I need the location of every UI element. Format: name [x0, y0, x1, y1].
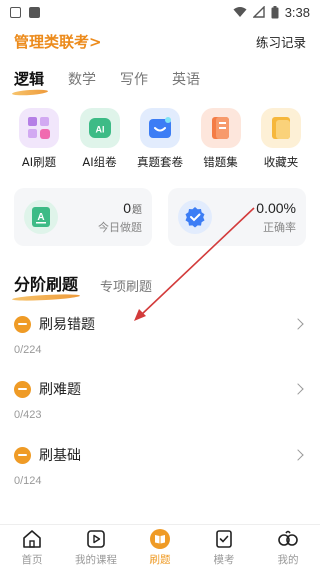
tab-subject-english[interactable]: 英语 — [172, 69, 200, 89]
tab-mock-exam[interactable]: 模考 — [192, 526, 256, 568]
feature-past-exam[interactable]: 真题套卷 — [131, 108, 189, 170]
exam-selector[interactable]: 管理类联考> — [14, 31, 102, 52]
today-count-unit: 题 — [132, 204, 142, 216]
feature-ai-paper[interactable]: AI AI组卷 — [71, 108, 129, 170]
chevron-right-icon — [292, 449, 304, 461]
accuracy-badge-icon — [178, 200, 212, 234]
profile-icon — [277, 528, 299, 550]
tab-label: 模考 — [213, 554, 235, 566]
level-progress: 0/224 — [14, 344, 42, 356]
feature-wrong-book[interactable]: 错题集 — [192, 108, 250, 170]
feature-label: AI刷题 — [21, 155, 57, 169]
app-notification-icon — [29, 6, 40, 18]
signal-icon — [252, 6, 265, 18]
today-questions-card[interactable]: A 0题 今日做题 — [14, 188, 152, 246]
tab-subject-math[interactable]: 数学 — [68, 69, 96, 89]
tabbar-divider — [0, 524, 320, 525]
bottom-tab-bar: 首页 我的课程 刷题 模考 我的 — [0, 526, 320, 568]
tab-profile[interactable]: 我的 — [256, 526, 320, 568]
tab-label: 我的 — [277, 554, 299, 566]
tab-my-courses[interactable]: 我的课程 — [64, 526, 128, 568]
today-count-value: 0 — [123, 199, 131, 216]
accuracy-value: 0.00% — [256, 199, 296, 216]
gallery-notification-icon — [10, 6, 21, 18]
ai-paper-icon: AI — [79, 108, 120, 148]
tab-label: 我的课程 — [75, 554, 117, 566]
level-name: 刷易错题 — [39, 317, 95, 333]
practice-record-link[interactable]: 练习记录 — [256, 32, 306, 51]
chevron-right-icon — [292, 318, 304, 330]
wifi-icon — [233, 7, 247, 17]
feature-label: 真题套卷 — [137, 155, 183, 169]
status-time: 3:38 — [284, 4, 310, 20]
collapse-icon[interactable] — [14, 315, 31, 333]
chevron-right-icon — [292, 383, 304, 395]
collapse-icon[interactable] — [14, 446, 31, 464]
top-bar: 管理类联考> 练习记录 — [14, 30, 306, 52]
collapse-icon[interactable] — [14, 380, 31, 398]
feature-label: 错题集 — [203, 155, 238, 169]
feature-label: 收藏夹 — [263, 155, 299, 169]
feature-ai-quiz[interactable]: AI刷题 — [10, 108, 68, 170]
tab-home[interactable]: 首页 — [0, 526, 64, 568]
feature-favorites[interactable]: 收藏夹 — [252, 108, 310, 170]
home-icon — [21, 528, 43, 550]
accuracy-label: 正确率 — [263, 220, 296, 234]
accuracy-card[interactable]: 0.00% 正确率 — [168, 188, 306, 246]
svg-text:AI: AI — [95, 125, 104, 135]
status-bar: 3:38 — [0, 0, 320, 24]
level-progress: 0/423 — [14, 409, 42, 421]
mock-exam-icon — [213, 528, 235, 550]
tab-quiz[interactable]: 刷题 — [128, 526, 192, 568]
practice-mode-tabs: 分阶刷题 专项刷题 — [14, 271, 152, 295]
level-item-basic[interactable]: 刷基础 0/124 — [14, 444, 306, 487]
battery-icon — [271, 5, 279, 18]
wrong-book-icon — [200, 108, 241, 148]
course-play-icon — [85, 528, 107, 550]
tab-topic-practice[interactable]: 专项刷题 — [100, 276, 152, 295]
today-count-label: 今日做题 — [98, 220, 142, 234]
tab-subject-writing[interactable]: 写作 — [120, 69, 148, 89]
feature-grid: AI刷题 AI AI组卷 真题套卷 错题集 收藏夹 — [10, 108, 310, 170]
past-exam-icon — [140, 108, 180, 148]
feature-label: AI组卷 — [82, 155, 117, 169]
level-name: 刷基础 — [39, 448, 81, 464]
level-name: 刷难题 — [39, 382, 81, 398]
ai-quiz-icon — [19, 108, 59, 148]
subject-tabs: 逻辑 数学 写作 英语 — [14, 68, 200, 89]
tab-label: 刷题 — [149, 554, 171, 566]
level-item-difficult[interactable]: 刷难题 0/423 — [14, 378, 306, 421]
today-quiz-icon: A — [24, 200, 58, 234]
tab-label: 首页 — [21, 554, 43, 566]
level-item-error-prone[interactable]: 刷易错题 0/224 — [14, 313, 306, 356]
quiz-book-icon — [149, 528, 171, 550]
svg-text:A: A — [37, 212, 44, 223]
tab-subject-logic[interactable]: 逻辑 — [14, 68, 44, 89]
tab-staged-practice[interactable]: 分阶刷题 — [14, 271, 78, 295]
favorites-icon — [261, 108, 301, 148]
level-progress: 0/124 — [14, 475, 42, 487]
today-count: 0题 — [98, 200, 142, 216]
